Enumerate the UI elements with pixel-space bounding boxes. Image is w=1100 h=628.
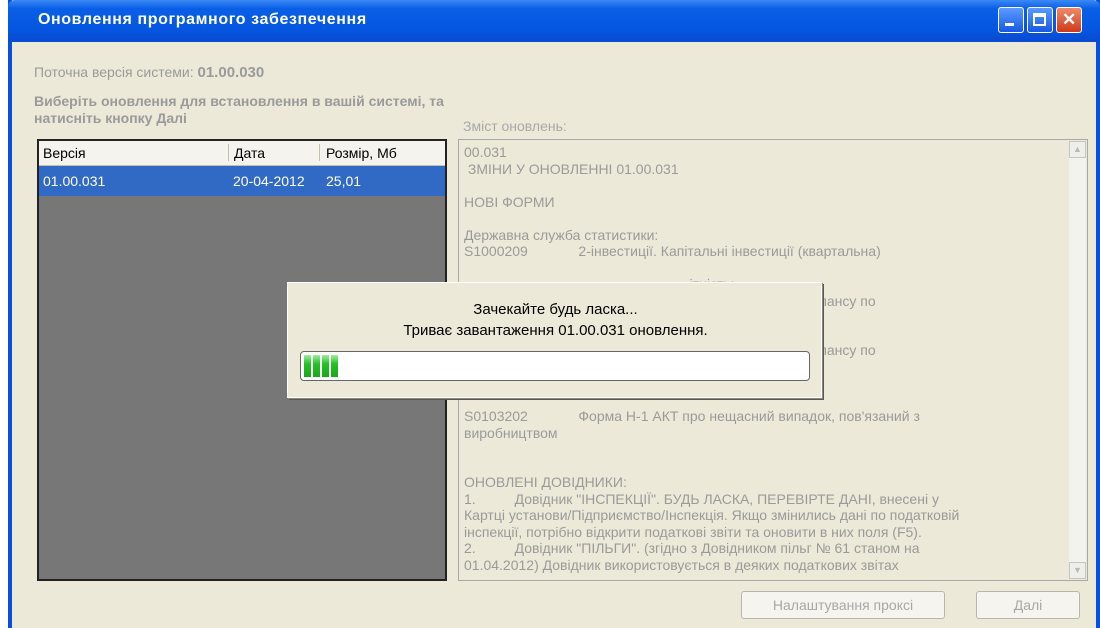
column-version[interactable]: Версія [43,145,86,161]
title-bar[interactable]: Оновлення програмного забезпечення [8,0,1100,42]
progress-segment [313,355,320,377]
scroll-up-icon[interactable]: ▲ [1069,141,1086,158]
progress-segment [304,355,311,377]
current-version-label: Поточна версія системи: [34,64,194,80]
scrollbar[interactable]: ▲ ▼ [1069,141,1086,579]
current-version: Поточна версія системи: 01.00.030 [34,64,264,81]
progress-segment [331,355,338,377]
list-header: Версія Дата Розмір, Мб [39,141,445,166]
column-date[interactable]: Дата [234,145,265,161]
progress-segment [322,355,329,377]
current-version-value: 01.00.030 [197,64,265,81]
window-title: Оновлення програмного забезпечення [38,11,367,28]
minimize-icon[interactable] [998,7,1024,33]
table-row[interactable]: 01.00.031 20-04-2012 25,01 [39,166,445,196]
row-version: 01.00.031 [43,173,106,189]
wait-message: Зачекайте будь ласка... [473,301,638,318]
progress-fill [304,355,340,377]
proxy-settings-button[interactable]: Налаштування проксі [741,591,945,619]
next-button[interactable]: Далі [976,591,1080,619]
instruction-text: Виберіть оновлення для встановлення в ва… [34,93,444,126]
content-label: Зміст оновлень: [463,118,567,134]
download-message: Триває завантаження 01.00.031 оновлення. [403,322,708,339]
scroll-down-icon[interactable]: ▼ [1069,562,1086,579]
column-size[interactable]: Розмір, Мб [326,145,397,161]
row-date: 20-04-2012 [233,173,305,189]
row-size: 25,01 [326,173,362,189]
column-separator[interactable] [319,144,320,161]
progress-bar [300,351,810,381]
maximize-icon[interactable] [1027,7,1053,33]
close-icon[interactable] [1056,7,1082,33]
column-separator[interactable] [228,144,229,161]
progress-dialog: Зачекайте будь ласка... Триває завантаже… [287,282,822,398]
